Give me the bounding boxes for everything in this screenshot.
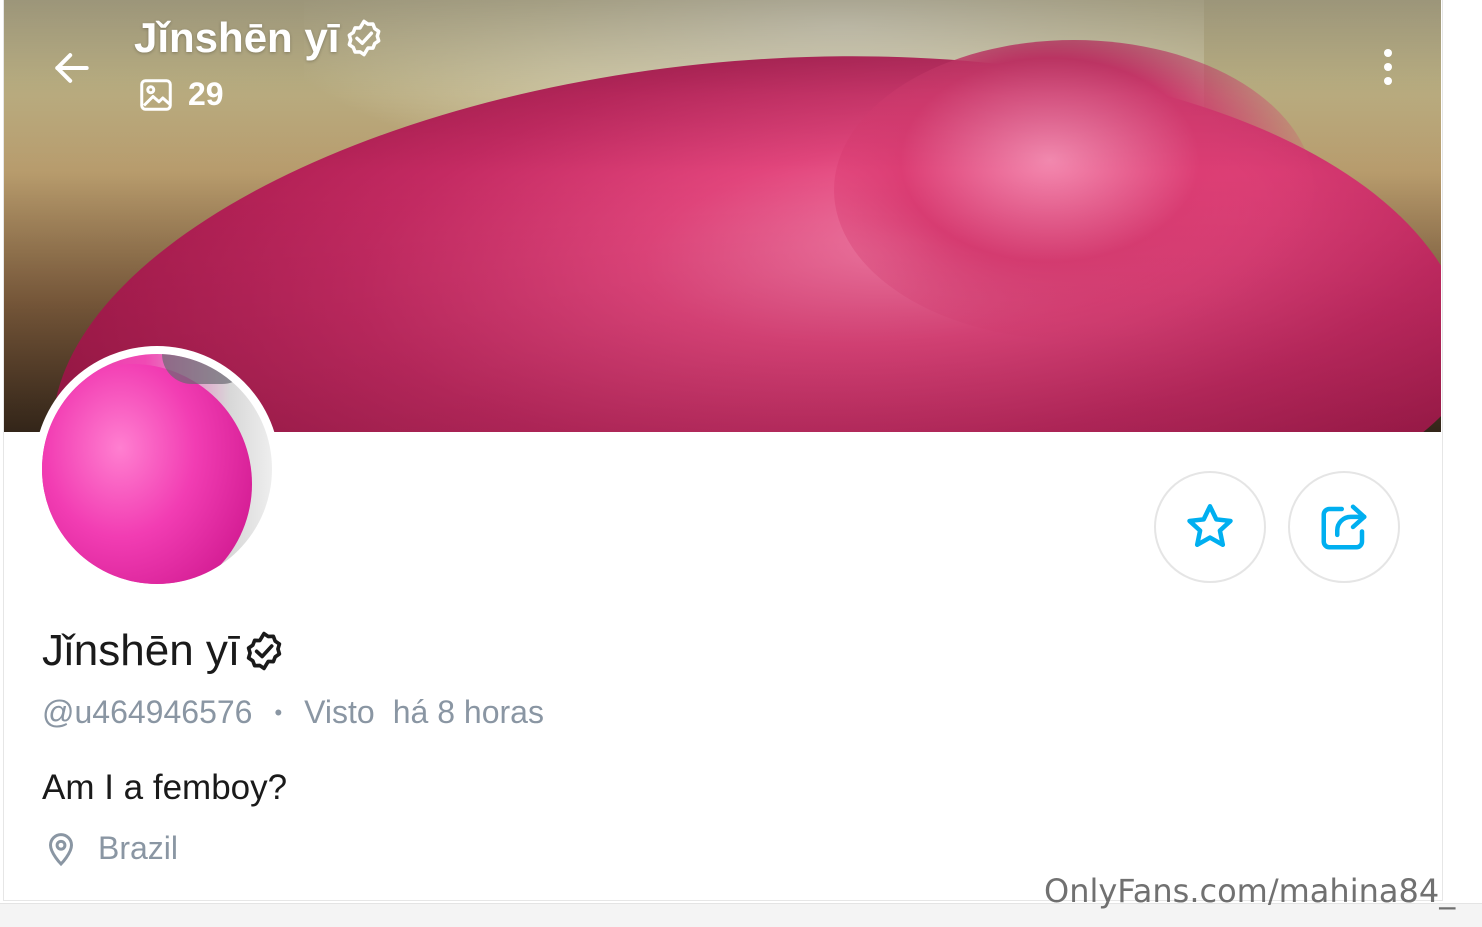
profile-page: Jǐnshēn yī 29 Jǐnshēn yī @u464946576 • V… <box>0 0 1482 927</box>
back-button[interactable] <box>44 40 100 96</box>
profile-name-text: Jǐnshēn yī <box>42 626 241 675</box>
location-text: Brazil <box>98 830 179 866</box>
profile-bio: Am I a femboy? <box>42 768 288 807</box>
last-seen-label: Visto <box>304 694 375 730</box>
verified-badge-icon <box>347 19 381 57</box>
more-options-button[interactable] <box>1366 42 1410 92</box>
arrow-left-icon <box>55 53 89 83</box>
verified-badge-icon <box>246 631 282 671</box>
share-icon <box>1321 504 1367 550</box>
image-icon <box>140 78 172 111</box>
avatar[interactable] <box>38 350 276 588</box>
more-vertical-icon <box>1384 49 1392 57</box>
star-icon <box>1187 504 1233 548</box>
header-title: Jǐnshēn yī <box>134 14 385 62</box>
map-pin-icon <box>48 832 74 866</box>
last-seen-time: há 8 horas <box>392 694 544 730</box>
watermark: OnlyFans.com/mahina84_ <box>1044 872 1456 910</box>
header-name: Jǐnshēn yī <box>134 14 340 61</box>
top-bar: Jǐnshēn yī 29 <box>4 0 1441 130</box>
profile-meta: @u464946576 • Visto há 8 horas <box>42 694 544 731</box>
media-count: 29 <box>138 76 224 113</box>
meta-separator: • <box>274 699 283 725</box>
profile-location: Brazil <box>46 830 178 867</box>
share-button[interactable] <box>1288 471 1400 583</box>
profile-name: Jǐnshēn yī <box>42 626 286 676</box>
media-count-value: 29 <box>188 76 224 112</box>
favorite-button[interactable] <box>1154 471 1266 583</box>
username[interactable]: @u464946576 <box>42 694 252 731</box>
